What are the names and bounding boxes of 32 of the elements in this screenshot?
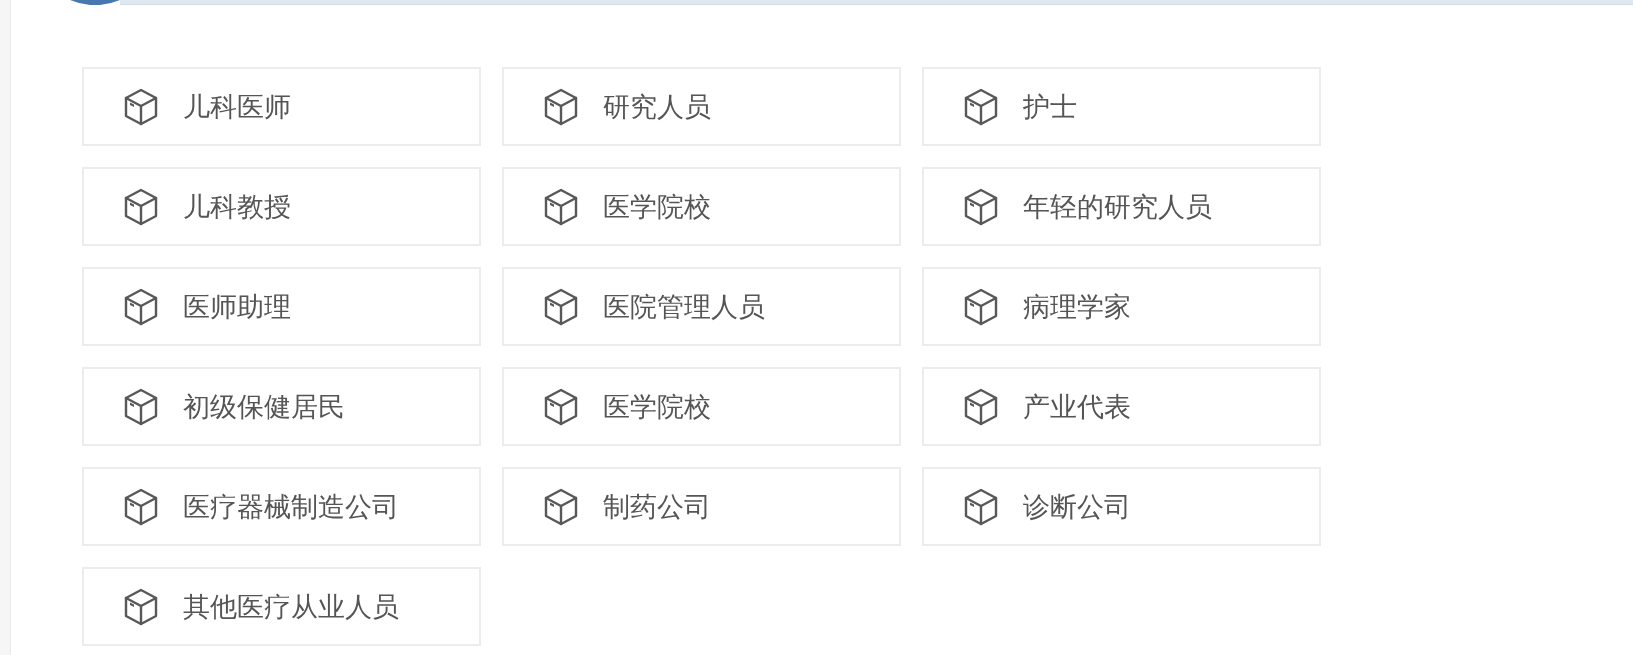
box-icon [123,587,159,626]
box-icon [963,187,999,226]
role-option[interactable]: 病理学家 [922,267,1321,346]
role-option[interactable]: 研究人员 [502,67,901,146]
box-icon [123,287,159,326]
role-option[interactable]: 医学院校 [502,367,901,446]
role-option[interactable]: 初级保健居民 [82,367,481,446]
role-option[interactable]: 儿科教授 [82,167,481,246]
box-icon [543,187,579,226]
role-option[interactable]: 医院管理人员 [502,267,901,346]
role-option[interactable]: 年轻的研究人员 [922,167,1321,246]
box-icon [543,387,579,426]
box-icon [963,387,999,426]
box-icon [123,487,159,526]
box-icon [123,87,159,126]
role-option[interactable]: 儿科医师 [82,67,481,146]
box-icon [543,87,579,126]
box-icon [963,87,999,126]
role-option[interactable]: 医师助理 [82,267,481,346]
role-option[interactable]: 诊断公司 [922,467,1321,546]
box-icon [123,387,159,426]
role-option[interactable]: 医疗器械制造公司 [82,467,481,546]
role-option[interactable]: 其他医疗从业人员 [82,567,481,646]
role-option[interactable]: 产业代表 [922,367,1321,446]
role-option[interactable]: 护士 [922,67,1321,146]
box-icon [123,187,159,226]
box-icon [963,487,999,526]
role-option[interactable]: 医学院校 [502,167,901,246]
box-icon [963,287,999,326]
box-icon [543,287,579,326]
role-option[interactable]: 制药公司 [502,467,901,546]
box-icon [543,487,579,526]
